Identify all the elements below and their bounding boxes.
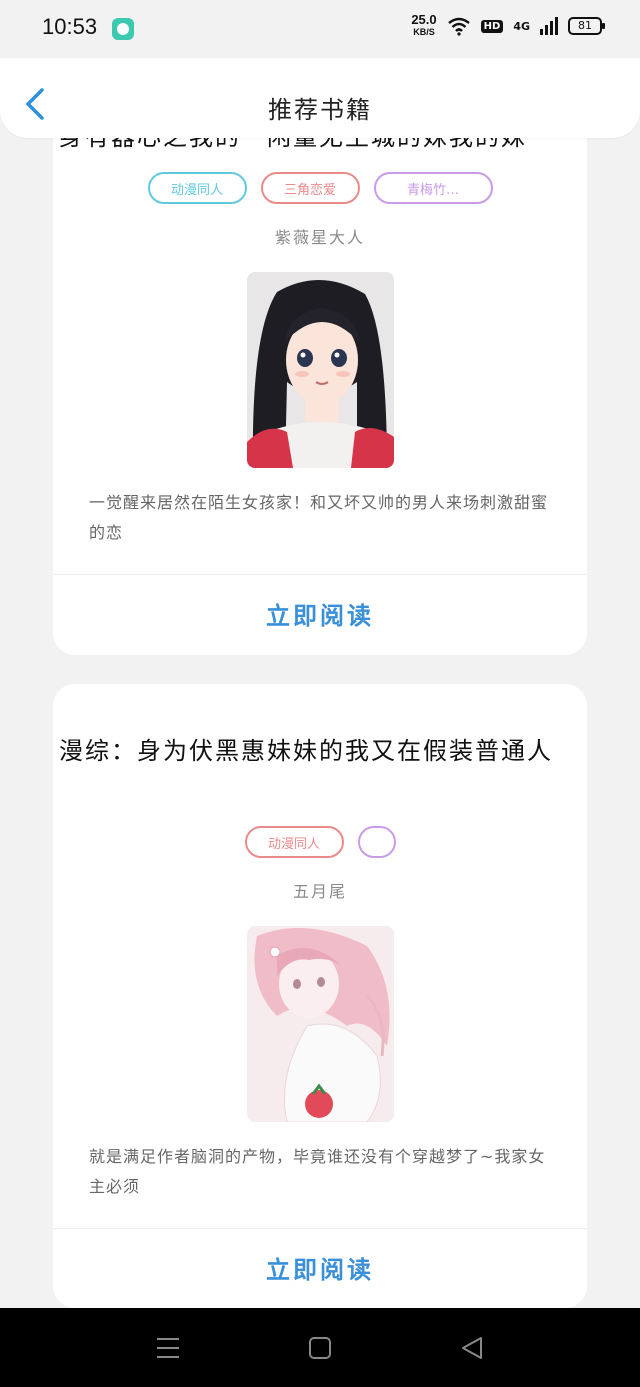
- book-cover-image[interactable]: [247, 272, 394, 468]
- read-now-button[interactable]: 立即阅读: [53, 596, 587, 631]
- book-description: 一觉醒来居然在陌生女孩家！和又坏又帅的男人来场刺激甜蜜的恋: [89, 493, 549, 542]
- tag: 三角恋爱: [260, 172, 360, 204]
- app-notification-icon: [112, 18, 134, 40]
- wifi-icon: [447, 17, 470, 36]
- network-speed: 25.0 KB/S: [411, 12, 437, 38]
- home-button[interactable]: [307, 1336, 333, 1360]
- tag: [357, 826, 396, 858]
- system-back-button[interactable]: [459, 1336, 485, 1360]
- back-triangle-icon: [462, 1337, 482, 1359]
- divider: [53, 574, 587, 575]
- hd-badge: HD: [480, 19, 504, 33]
- battery-icon: 81: [568, 17, 605, 35]
- tag-list: 动漫同人: [53, 826, 587, 858]
- status-time: 10:53: [42, 14, 98, 39]
- book-author: 紫薇星大人: [274, 228, 365, 247]
- page-title: 推荐书籍: [268, 96, 372, 124]
- tag: 动漫同人: [244, 826, 344, 858]
- book-list[interactable]: 身有器心之我的一闲量无王城的妹我的妹 动漫同人 三角恋爱 青梅竹… 紫薇星大人: [0, 0, 640, 1308]
- book-card: 漫综：身为伏黑惠妹妹的我又在假装普通人 动漫同人 五月尾 就是满足作者脑洞的产物…: [53, 684, 587, 1308]
- read-now-button[interactable]: 立即阅读: [53, 1250, 587, 1285]
- book-description: 就是满足作者脑洞的产物，毕竟谁还没有个穿越梦了~我家女主必须: [89, 1147, 546, 1196]
- tag: 动漫同人: [147, 172, 247, 204]
- system-nav-bar: [0, 1308, 640, 1387]
- app-header: 推荐书籍: [0, 58, 640, 138]
- book-cover-image[interactable]: [247, 926, 394, 1122]
- book-title: 漫综：身为伏黑惠妹妹的我又在假装普通人: [59, 737, 553, 765]
- signal-type: 4G: [513, 19, 530, 33]
- tag-list: 动漫同人 三角恋爱 青梅竹…: [53, 172, 587, 204]
- home-square-icon: [309, 1337, 331, 1359]
- book-card: 身有器心之我的一闲量无王城的妹我的妹 动漫同人 三角恋爱 青梅竹… 紫薇星大人: [53, 88, 587, 655]
- menu-icon: [157, 1338, 179, 1358]
- divider: [53, 1228, 587, 1229]
- signal-icon: [540, 17, 558, 35]
- recent-apps-button[interactable]: [155, 1336, 181, 1360]
- book-author: 五月尾: [292, 882, 347, 901]
- network-speed-unit: KB/S: [413, 27, 435, 37]
- network-speed-value: 25.0: [411, 12, 437, 27]
- status-indicators: 25.0 KB/S HD 4G 81: [411, 12, 605, 38]
- status-bar: 10:53 25.0 KB/S HD 4G 81: [0, 0, 640, 58]
- tag: 青梅竹…: [373, 172, 493, 204]
